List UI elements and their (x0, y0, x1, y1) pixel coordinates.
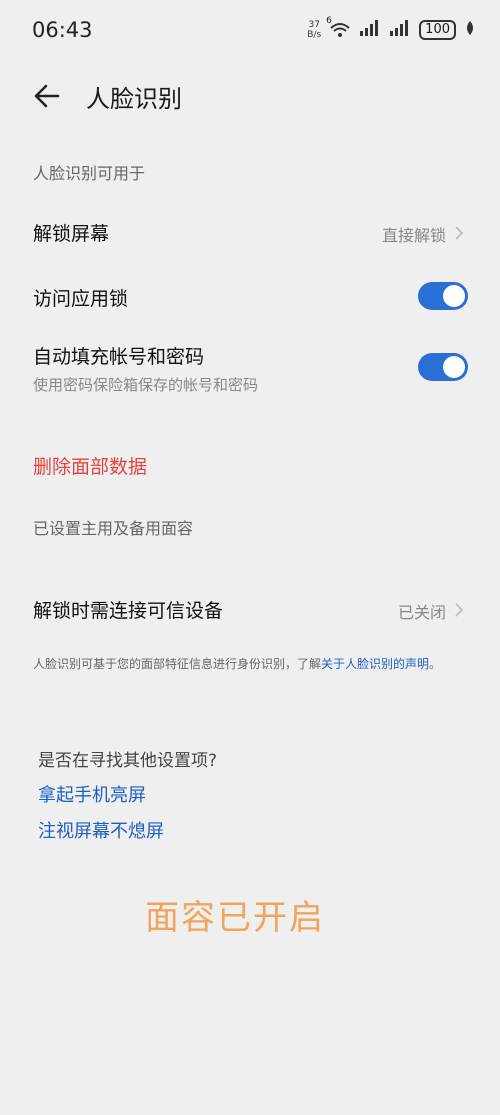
battery-icon: 100 (419, 20, 456, 40)
back-arrow-icon (34, 84, 60, 108)
delete-face-data-button[interactable]: 删除面部数据 (33, 452, 147, 479)
status-icons: 37 B/s 6 100 (307, 16, 476, 40)
toggle-knob (443, 356, 465, 378)
app-lock-label: 访问应用锁 (33, 288, 129, 310)
suggest-question: 是否在寻找其他设置项? (38, 751, 218, 771)
unlock-screen-row[interactable]: 解锁屏幕 直接解锁 (0, 205, 500, 259)
app-lock-toggle[interactable] (418, 282, 468, 310)
trusted-device-value: 已关闭 (397, 603, 446, 622)
autofill-row[interactable]: 自动填充帐号和密码 使用密码保险箱保存的帐号和密码 (0, 330, 500, 400)
wifi-badge: 6 (326, 16, 332, 26)
status-bar: 06:43 37 B/s 6 100 (0, 0, 500, 60)
page-title: 人脸识别 (86, 85, 182, 113)
chevron-right-icon (455, 603, 464, 617)
signal-icon-2 (389, 20, 411, 40)
footnote-text: 人脸识别可基于您的面部特征信息进行身份识别，了解 (33, 657, 322, 671)
trusted-device-label: 解锁时需连接可信设备 (33, 600, 224, 622)
footnote: 人脸识别可基于您的面部特征信息进行身份识别，了解关于人脸识别的声明。 (33, 656, 473, 673)
leaf-icon (464, 20, 476, 40)
status-time: 06:43 (32, 18, 93, 42)
wifi-icon: 6 (326, 16, 351, 38)
section-label: 人脸识别可用于 (33, 164, 146, 183)
header: 人脸识别 (0, 70, 500, 120)
net-speed: 37 B/s (307, 20, 321, 40)
net-speed-value: 37 (308, 20, 320, 30)
chevron-right-icon (455, 226, 464, 240)
trusted-device-row[interactable]: 解锁时需连接可信设备 已关闭 (0, 582, 500, 636)
autofill-label: 自动填充帐号和密码 (33, 346, 205, 368)
unlock-screen-label: 解锁屏幕 (33, 223, 110, 245)
autofill-toggle[interactable] (418, 353, 468, 381)
signal-icon-1 (359, 20, 381, 40)
face-statement-link[interactable]: 关于人脸识别的声明 (321, 657, 429, 671)
net-speed-unit: B/s (307, 30, 322, 40)
face-enabled-overlay: 面容已开启 (145, 898, 325, 938)
footnote-end: 。 (429, 657, 442, 671)
app-lock-row[interactable]: 访问应用锁 (0, 270, 500, 324)
autofill-subtitle: 使用密码保险箱保存的帐号和密码 (33, 376, 259, 394)
back-button[interactable] (28, 76, 68, 116)
raise-to-wake-link[interactable]: 拿起手机亮屏 (38, 781, 146, 807)
unlock-screen-value: 直接解锁 (381, 226, 446, 245)
attention-screen-on-link[interactable]: 注视屏幕不熄屏 (38, 817, 164, 843)
face-status-text: 已设置主用及备用面容 (33, 519, 194, 538)
toggle-knob (443, 285, 465, 307)
